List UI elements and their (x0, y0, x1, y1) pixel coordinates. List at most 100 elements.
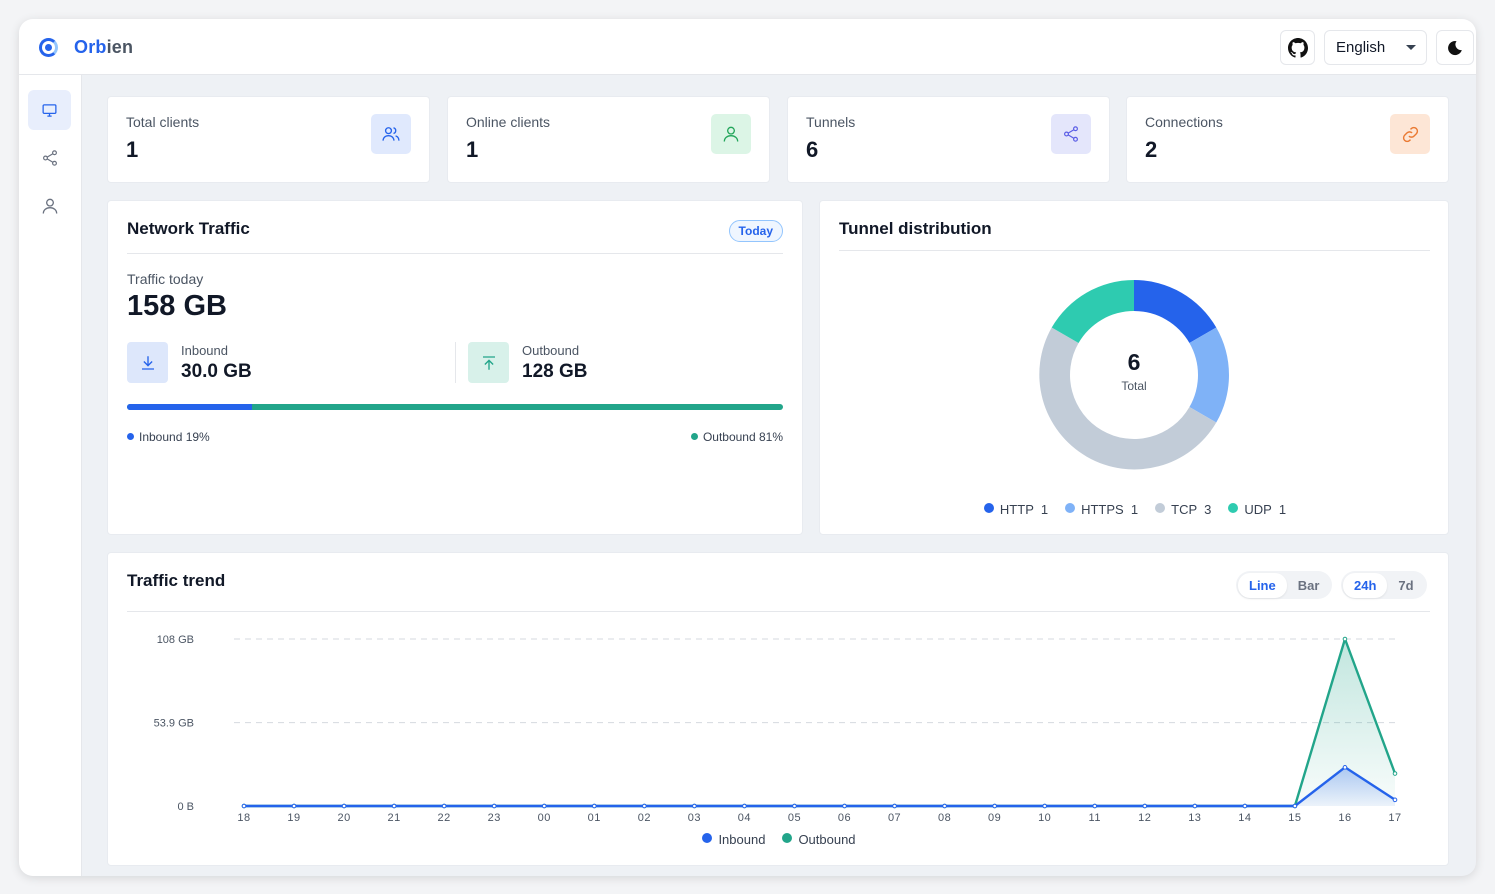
user-icon (42, 198, 57, 214)
donut-legend: HTTP 1 HTTPS 1 TCP 3 UDP 1 (820, 502, 1450, 517)
legend-item-outbound[interactable]: Outbound (782, 832, 856, 847)
x-tick-label: 05 (788, 812, 801, 824)
point-inbound[interactable] (1042, 803, 1047, 809)
x-tick-label: 15 (1288, 812, 1301, 824)
logo-icon (39, 38, 58, 57)
point-inbound[interactable] (692, 803, 697, 809)
divider (127, 253, 783, 254)
legend-item-https[interactable]: HTTPS 1 (1065, 502, 1138, 517)
point-inbound[interactable] (892, 803, 897, 809)
stat-value: 1 (126, 137, 139, 162)
traffic-today-label: Traffic today (127, 271, 204, 287)
share-icon (1051, 114, 1091, 154)
users-icon (371, 114, 411, 154)
card-title: Network Traffic (127, 219, 250, 238)
x-tick-label: 14 (1238, 812, 1251, 824)
top-bar: Orbien English (19, 19, 1476, 75)
moon-icon (1448, 40, 1462, 55)
point-inbound[interactable] (391, 803, 397, 809)
legend-item-udp[interactable]: UDP 1 (1228, 502, 1286, 517)
sidebar-item-clients[interactable] (28, 186, 71, 226)
y-tick-label: 108 GB (157, 634, 194, 646)
x-tick-label: 03 (688, 812, 701, 824)
stat-value: 6 (806, 137, 819, 162)
brand-suffix: ien (106, 37, 134, 57)
point-inbound[interactable] (1142, 803, 1148, 809)
outbound-legend-text: Outbound 81% (702, 430, 783, 444)
donut-slice-http[interactable] (1134, 280, 1217, 343)
point-inbound[interactable] (1342, 765, 1348, 770)
stat-label: Total clients (126, 114, 200, 130)
inbound-label: Inbound (181, 343, 228, 358)
y-tick-label: 53.9 GB (154, 718, 194, 730)
x-tick-label: 08 (938, 812, 951, 824)
x-tick-label: 22 (438, 812, 451, 824)
x-tick-label: 20 (337, 812, 350, 824)
github-button[interactable] (1280, 30, 1315, 65)
link-icon (1390, 114, 1430, 154)
point-inbound[interactable] (1292, 803, 1298, 809)
stat-card-connections: Connections 2 (1126, 96, 1449, 183)
sidebar-item-dashboard[interactable] (28, 90, 71, 130)
legend-item-tcp[interactable]: TCP 3 (1155, 502, 1211, 517)
theme-toggle-button[interactable] (1436, 30, 1474, 65)
legend-item-http[interactable]: HTTP 1 (983, 502, 1048, 517)
point-inbound[interactable] (942, 803, 947, 809)
point-inbound[interactable] (541, 803, 547, 809)
point-inbound[interactable] (642, 803, 647, 809)
tunnel-distribution-card: Tunnel distribution 6 Total HTTP 1 HTTPS … (819, 200, 1449, 535)
sidebar-item-tunnels[interactable] (28, 138, 71, 178)
x-tick-label: 21 (388, 812, 401, 824)
point-inbound[interactable] (341, 803, 347, 809)
share-icon (42, 150, 57, 166)
x-tick-label: 11 (1089, 812, 1101, 824)
x-tick-label: 13 (1188, 812, 1201, 824)
legend-dot (1155, 503, 1166, 513)
inbound-legend: Inbound 19% (127, 430, 210, 444)
donut-slice-https[interactable] (1189, 327, 1229, 423)
legend-label: Outbound (798, 832, 856, 847)
legend-label: HTTPS 1 (1081, 502, 1139, 517)
inbound-ratio-fill (127, 404, 252, 410)
point-inbound[interactable] (992, 803, 997, 809)
donut-slice-udp[interactable] (1051, 280, 1134, 343)
legend-dot (1228, 503, 1239, 513)
traffic-trend-chart: 0 B 53.9 GB 108 GB 18 19 20 21 22 23 00 01 02 03 04 05… (154, 634, 1401, 824)
language-select[interactable]: English (1324, 30, 1427, 65)
point-inbound[interactable] (1092, 803, 1098, 809)
sidebar (19, 75, 82, 876)
point-inbound[interactable] (491, 803, 497, 809)
x-tick-label: 01 (588, 812, 601, 824)
x-tick-label: 06 (838, 812, 851, 824)
point-inbound[interactable] (742, 803, 747, 809)
point-inbound[interactable] (241, 803, 247, 809)
stat-card-total-clients: Total clients 1 (107, 96, 430, 183)
point-inbound[interactable] (792, 803, 797, 809)
x-tick-label: 04 (738, 812, 751, 824)
inbound-legend-text: Inbound 19% (139, 430, 210, 444)
stat-label: Tunnels (806, 114, 856, 130)
point-inbound[interactable] (1392, 797, 1398, 803)
point-inbound[interactable] (441, 803, 447, 809)
legend-item-inbound[interactable]: Inbound (702, 832, 765, 847)
language-value: English (1336, 39, 1386, 56)
point-outbound[interactable] (1342, 636, 1348, 642)
point-inbound[interactable] (1192, 803, 1198, 809)
x-tick-label: 00 (538, 812, 551, 824)
app-window: Orbien English Total clients 1 Online cl… (19, 19, 1476, 876)
x-tick-label: 17 (1388, 812, 1401, 824)
upload-icon (468, 342, 509, 383)
brand-name[interactable]: Orbien (74, 37, 133, 58)
point-inbound[interactable] (842, 803, 847, 809)
point-inbound[interactable] (291, 803, 297, 809)
point-inbound[interactable] (1242, 803, 1248, 809)
legend-label: TCP 3 (1171, 502, 1212, 517)
outbound-legend: Outbound 81% (690, 430, 783, 444)
inbound-value: 30.0 GB (181, 361, 252, 382)
github-icon (1287, 37, 1308, 58)
outbound-label: Outbound (522, 343, 580, 358)
x-tick-label: 02 (638, 812, 651, 824)
period-badge[interactable]: Today (728, 220, 783, 242)
point-inbound[interactable] (592, 803, 597, 809)
point-outbound[interactable] (1392, 771, 1398, 776)
